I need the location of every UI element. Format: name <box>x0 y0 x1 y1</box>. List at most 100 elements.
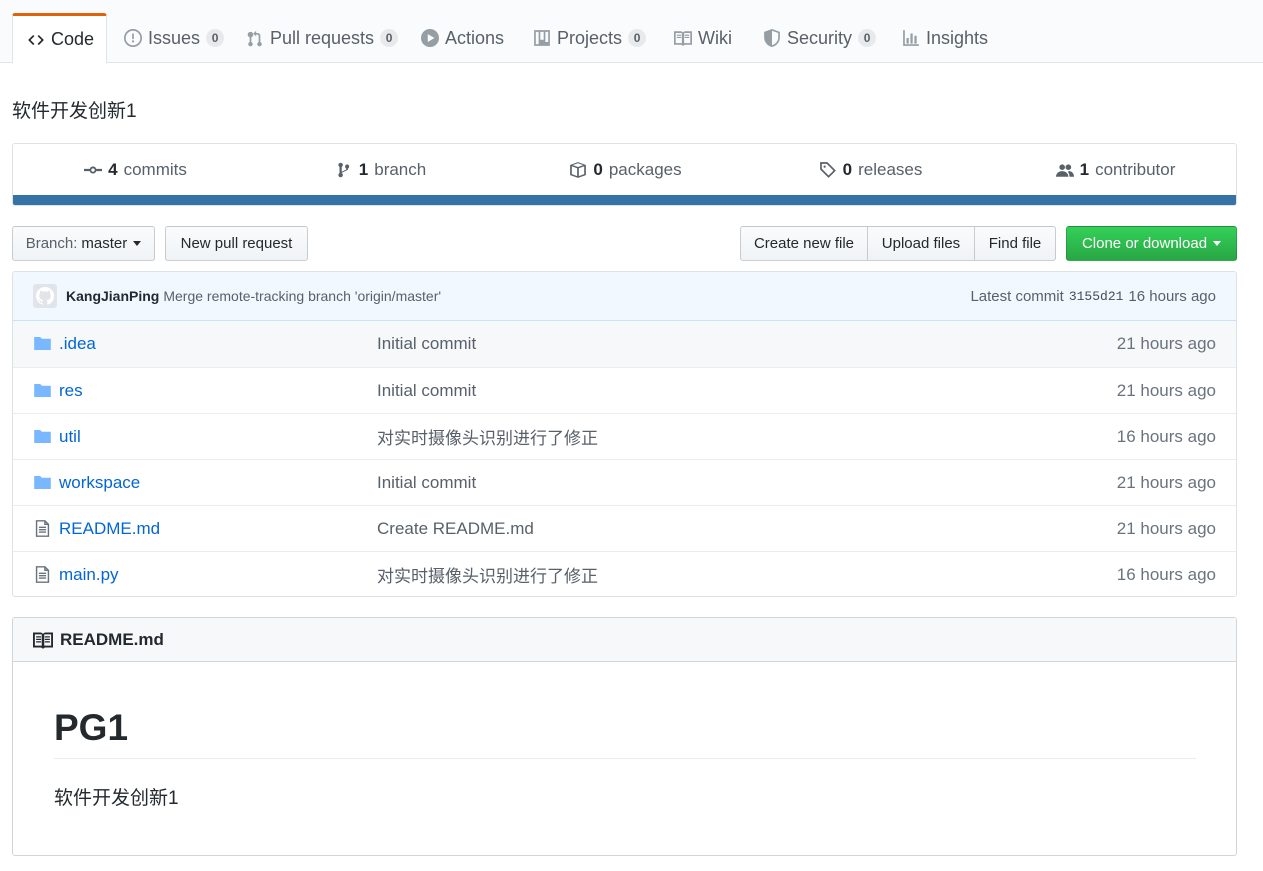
file-name[interactable]: workspace <box>59 473 140 493</box>
latest-commit-info: Latest commit 3155d21 16 hours ago <box>970 272 1216 321</box>
commit-message[interactable]: Merge remote-tracking branch 'origin/mas… <box>163 288 441 304</box>
contributors-label: contributor <box>1095 160 1176 179</box>
file-age: 21 hours ago <box>1116 472 1216 492</box>
file-name[interactable]: util <box>59 427 81 447</box>
readme-paragraph: 软件开发创新1 <box>54 788 179 810</box>
pull-request-icon <box>247 30 262 47</box>
tab-pull-requests[interactable]: Pull requests 0 <box>232 13 412 63</box>
tab-label: Issues <box>148 27 201 48</box>
readme-header: README.md <box>13 618 1236 662</box>
graph-icon <box>903 30 919 46</box>
folder-icon <box>33 473 52 492</box>
file-age: 21 hours ago <box>1116 518 1216 538</box>
branch-select-button[interactable]: Branch: master <box>12 226 155 261</box>
tab-label: Security <box>787 27 853 48</box>
contributors-count: 1 <box>1079 160 1090 179</box>
file-commit-message[interactable]: Initial commit <box>377 381 476 401</box>
readme-heading: PG1 <box>54 706 1196 760</box>
caret-down-icon <box>133 241 142 246</box>
create-new-file-button[interactable]: Create new file <box>740 226 868 261</box>
tab-label: Wiki <box>698 27 732 48</box>
tab-code[interactable]: Code <box>12 13 107 64</box>
tab-issues[interactable]: Issues 0 <box>110 13 238 63</box>
branches-link[interactable]: 1 branch <box>258 144 503 196</box>
package-icon <box>570 162 587 178</box>
tab-security[interactable]: Security 0 <box>749 13 890 63</box>
commits-count: 4 <box>108 160 118 179</box>
people-icon <box>1055 164 1074 177</box>
tab-wiki[interactable]: Wiki <box>660 13 746 63</box>
code-icon <box>28 34 44 45</box>
readme-panel: README.md PG1 软件开发创新1 <box>12 617 1237 856</box>
releases-label: releases <box>858 160 923 179</box>
shield-icon <box>764 29 780 47</box>
table-row[interactable]: res Initial commit 21 hours ago <box>13 367 1236 413</box>
folder-icon <box>33 427 52 446</box>
file-commit-message[interactable]: 对实时摄像头识别进行了修正 <box>377 562 598 587</box>
packages-link[interactable]: 0 packages <box>503 144 748 196</box>
caret-down-icon <box>1213 241 1222 246</box>
readme-filename[interactable]: README.md <box>60 630 164 650</box>
tab-label: Actions <box>445 27 505 48</box>
branch-icon <box>338 162 349 178</box>
file-commit-message[interactable]: 对实时摄像头识别进行了修正 <box>377 424 598 449</box>
upload-files-button[interactable]: Upload files <box>867 226 975 261</box>
tag-icon <box>819 162 836 178</box>
commit-icon <box>84 166 103 174</box>
branch-name: master <box>81 235 128 252</box>
table-row[interactable]: workspace Initial commit 21 hours ago <box>13 459 1236 505</box>
commit-sha[interactable]: 3155d21 <box>1069 289 1124 304</box>
folder-icon <box>33 334 52 353</box>
readme-body: PG1 软件开发创新1 <box>54 662 1196 810</box>
file-name[interactable]: res <box>59 381 83 401</box>
releases-link[interactable]: 0 releases <box>748 144 993 196</box>
tab-actions[interactable]: Actions <box>407 13 518 63</box>
commit-age: 16 hours ago <box>1128 288 1216 305</box>
language-bar[interactable] <box>13 195 1236 205</box>
find-file-button[interactable]: Find file <box>974 226 1056 261</box>
repo-summary: 4 commits 1 branch 0 packages 0 releases… <box>12 143 1237 206</box>
tab-insights[interactable]: Insights <box>888 13 1002 63</box>
file-commit-message[interactable]: Initial commit <box>377 473 476 493</box>
commit-author[interactable]: KangJianPing <box>66 288 159 304</box>
file-age: 21 hours ago <box>1116 334 1216 353</box>
latest-commit-bar: KangJianPing Merge remote-tracking branc… <box>13 272 1236 321</box>
avatar[interactable] <box>33 284 57 308</box>
file-icon <box>33 519 52 538</box>
issues-counter: 0 <box>206 29 225 47</box>
new-pull-request-button[interactable]: New pull request <box>165 226 308 261</box>
table-row[interactable]: README.md Create README.md 21 hours ago <box>13 505 1236 551</box>
packages-count: 0 <box>593 160 603 179</box>
security-counter: 0 <box>858 29 877 47</box>
project-icon <box>534 30 550 46</box>
file-name[interactable]: main.py <box>59 565 119 585</box>
file-name[interactable]: .idea <box>59 334 96 354</box>
file-age: 16 hours ago <box>1116 564 1216 584</box>
clone-label: Clone or download <box>1081 235 1208 252</box>
tab-label: Insights <box>926 27 989 48</box>
table-row[interactable]: .idea Initial commit 21 hours ago <box>13 321 1236 367</box>
commits-label: commits <box>123 160 187 179</box>
clone-or-download-button[interactable]: Clone or download <box>1066 226 1237 261</box>
commits-link[interactable]: 4 commits <box>13 144 258 196</box>
file-commit-message[interactable]: Create README.md <box>377 519 534 539</box>
file-age: 21 hours ago <box>1116 380 1216 400</box>
book-icon <box>674 31 692 46</box>
contributors-link[interactable]: 1 contributor <box>993 144 1236 196</box>
tab-projects[interactable]: Projects 0 <box>519 13 660 63</box>
branches-count: 1 <box>358 160 369 179</box>
book-icon <box>33 632 53 649</box>
table-row[interactable]: util 对实时摄像头识别进行了修正 16 hours ago <box>13 413 1236 459</box>
github-octocat-icon <box>36 287 54 305</box>
releases-count: 0 <box>842 160 853 179</box>
table-row[interactable]: main.py 对实时摄像头识别进行了修正 16 hours ago <box>13 551 1236 596</box>
play-icon <box>421 29 439 47</box>
projects-counter: 0 <box>628 29 647 47</box>
file-commit-message[interactable]: Initial commit <box>377 334 476 354</box>
packages-label: packages <box>608 160 682 179</box>
file-name[interactable]: README.md <box>59 519 160 539</box>
repo-nav: Code Issues 0 Pull requests 0 Actions Pr… <box>0 0 1263 64</box>
file-icon <box>33 565 52 584</box>
pull-requests-counter: 0 <box>380 29 399 47</box>
issue-icon <box>124 29 142 47</box>
